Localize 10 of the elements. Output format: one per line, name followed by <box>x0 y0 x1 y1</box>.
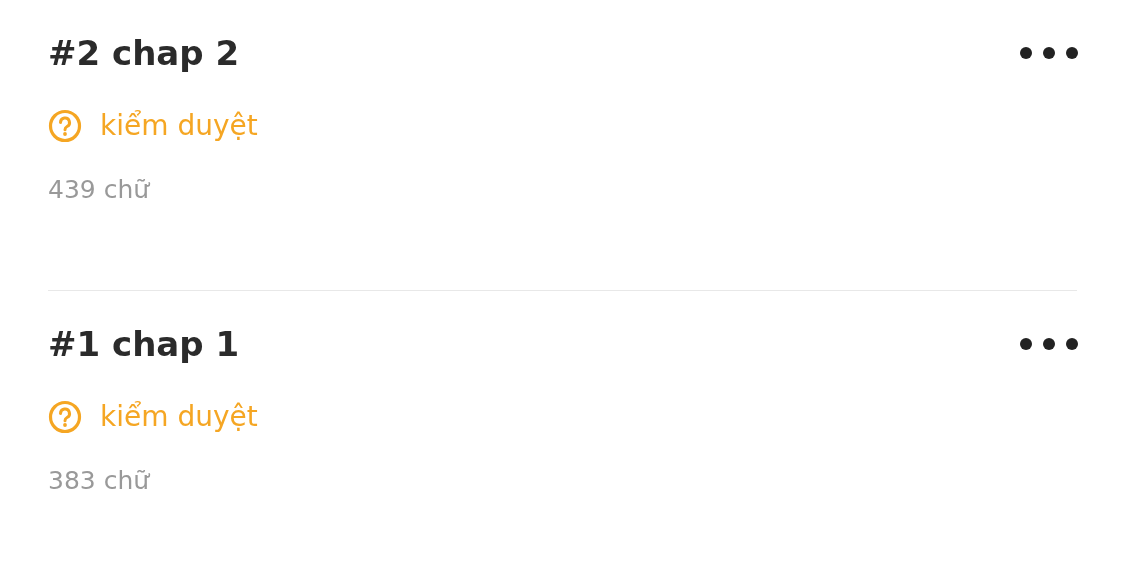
chapter-title[interactable]: #2 chap 2 <box>48 28 240 78</box>
more-options-icon[interactable] <box>1019 337 1079 351</box>
question-circle-icon <box>48 400 82 434</box>
word-count: 439 chữ <box>48 174 151 206</box>
question-circle-icon <box>48 109 82 143</box>
more-options-icon[interactable] <box>1019 46 1079 60</box>
status-label: kiểm duyệt <box>100 399 258 435</box>
chapter-title[interactable]: #1 chap 1 <box>48 319 240 369</box>
word-count: 383 chữ <box>48 465 151 497</box>
status-label: kiểm duyệt <box>100 108 258 144</box>
